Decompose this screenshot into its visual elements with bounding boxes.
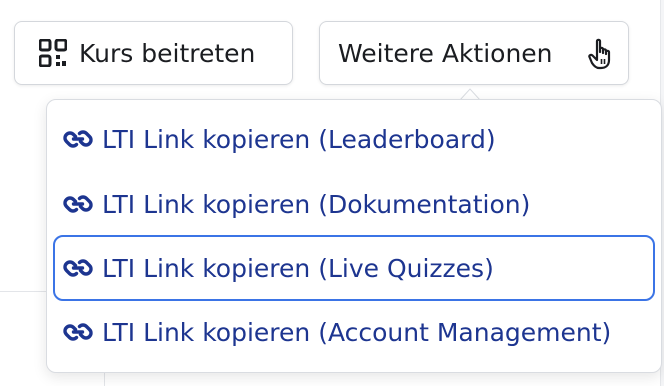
menu-item-copy-lti-link-documentation[interactable]: LTI Link kopieren (Dokumentation) [53, 171, 655, 237]
menu-item-label: LTI Link kopieren (Dokumentation) [102, 189, 531, 219]
menu-item-label: LTI Link kopieren (Account Management) [102, 317, 612, 347]
link-icon [63, 193, 93, 215]
menu-item-copy-lti-link-leaderboard[interactable]: LTI Link kopieren (Leaderboard) [53, 106, 655, 172]
more-actions-label: Weitere Aktionen [338, 38, 553, 68]
link-icon [63, 257, 93, 279]
link-icon [63, 321, 93, 343]
join-course-label: Kurs beitreten [79, 38, 256, 68]
more-actions-button[interactable]: Weitere Aktionen [319, 21, 629, 85]
more-actions-dropdown: LTI Link kopieren (Leaderboard) LTI Link… [46, 99, 662, 373]
menu-item-label: LTI Link kopieren (Live Quizzes) [102, 253, 494, 283]
menu-item-copy-lti-link-live-quizzes[interactable]: LTI Link kopieren (Live Quizzes) [53, 235, 655, 301]
hand-pointer-icon [588, 38, 614, 70]
join-course-button[interactable]: Kurs beitreten [14, 21, 293, 85]
qr-code-icon [39, 39, 67, 67]
link-icon [63, 128, 93, 150]
menu-item-copy-lti-link-account-management[interactable]: LTI Link kopieren (Account Management) [53, 299, 655, 365]
menu-item-label: LTI Link kopieren (Leaderboard) [102, 124, 496, 154]
